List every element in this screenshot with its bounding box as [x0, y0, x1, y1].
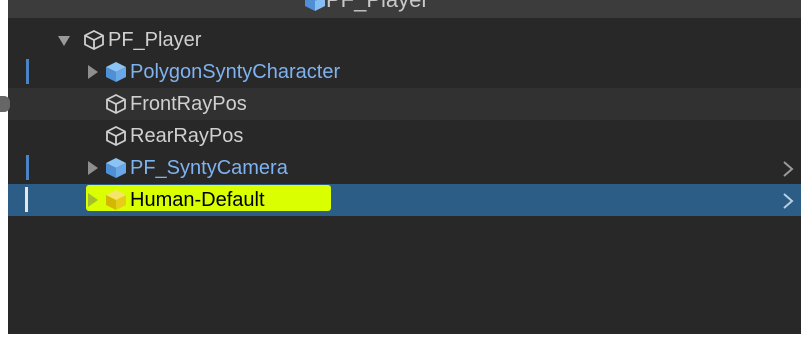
foldout-expanded-icon[interactable] — [58, 36, 70, 46]
hierarchy-item-label: PF_SyntyCamera — [130, 157, 288, 179]
bottom-margin — [0, 334, 801, 346]
cube-outline-icon — [84, 29, 104, 51]
hierarchy-item-label: FrontRayPos — [130, 93, 247, 115]
hierarchy-item-label: PF_Player — [108, 29, 202, 51]
hierarchy-header: PF_Player — [8, 0, 801, 18]
hierarchy-item-pf-synty-camera[interactable]: PF_SyntyCamera — [8, 152, 801, 184]
chevron-right-icon[interactable] — [781, 192, 795, 210]
hierarchy-item-label: Human-Default — [130, 189, 265, 211]
hierarchy-item-front-ray-pos[interactable]: FrontRayPos — [8, 88, 801, 120]
override-indicator — [26, 155, 29, 180]
foldout-collapsed-icon[interactable] — [88, 65, 98, 79]
cube-outline-icon — [106, 125, 126, 147]
hierarchy-item-rear-ray-pos[interactable]: RearRayPos — [8, 120, 801, 152]
cube-outline-icon — [106, 93, 126, 115]
scroll-handle[interactable] — [0, 96, 10, 112]
prefab-cube-icon — [106, 158, 126, 178]
hierarchy-item-polygon-synty-character[interactable]: PolygonSyntyCharacter — [8, 56, 801, 88]
prefab-cube-icon — [305, 0, 325, 11]
override-indicator — [26, 59, 29, 84]
hierarchy-item-label: PolygonSyntyCharacter — [130, 61, 341, 83]
foldout-collapsed-icon[interactable] — [88, 193, 98, 207]
hierarchy-item-human-default[interactable]: Human-Default — [8, 184, 801, 216]
override-indicator — [25, 187, 28, 212]
prefab-cube-yellow-icon — [106, 190, 126, 210]
header-title: PF_Player — [326, 0, 429, 12]
chevron-right-icon[interactable] — [781, 160, 795, 178]
hierarchy-item-label: RearRayPos — [130, 125, 244, 147]
hierarchy-item-pf-player[interactable]: PF_Player — [8, 24, 801, 56]
foldout-collapsed-icon[interactable] — [88, 161, 98, 175]
hierarchy-panel: PF_Player PF_Player PolygonSyntyCharacte… — [8, 0, 801, 346]
prefab-cube-icon — [106, 62, 126, 82]
